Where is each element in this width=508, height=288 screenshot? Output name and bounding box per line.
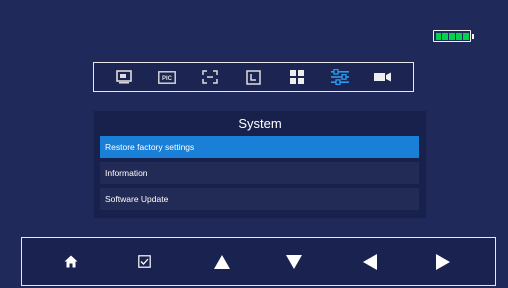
navigation-bar [21, 237, 496, 286]
monitor-icon[interactable] [112, 67, 136, 87]
down-button[interactable] [274, 238, 314, 285]
timer-icon[interactable] [241, 67, 265, 87]
settings-sliders-icon[interactable] [328, 67, 352, 87]
system-menu-panel: System Restore factory settings Informat… [94, 111, 426, 218]
right-arrow-icon [436, 253, 450, 270]
down-arrow-icon [286, 254, 302, 269]
home-icon [64, 255, 78, 268]
battery-icon [433, 30, 474, 42]
left-arrow-icon [363, 253, 377, 270]
pic-icon[interactable]: PIC [155, 67, 179, 87]
camera-icon[interactable] [371, 67, 395, 87]
confirm-button[interactable] [124, 238, 164, 285]
menu-item-label: Information [105, 168, 148, 178]
menu-item-software-update[interactable]: Software Update [100, 188, 419, 210]
grid-icon[interactable] [285, 67, 309, 87]
pic-icon-label: PIC [162, 76, 173, 82]
menu-item-label: Software Update [105, 194, 169, 204]
home-button[interactable] [51, 238, 91, 285]
zoom-frame-icon[interactable] [198, 67, 222, 87]
menu-item-information[interactable]: Information [100, 162, 419, 184]
right-button[interactable] [423, 238, 463, 285]
menu-item-label: Restore factory settings [105, 142, 195, 152]
up-arrow-icon [214, 254, 230, 269]
checkbox-icon [137, 255, 151, 268]
menu-title: System [238, 116, 282, 131]
up-button[interactable] [202, 238, 242, 285]
left-button[interactable] [350, 238, 390, 285]
menu-item-restore-factory-settings[interactable]: Restore factory settings [100, 136, 419, 158]
icon-toolbar: PIC [93, 62, 414, 92]
